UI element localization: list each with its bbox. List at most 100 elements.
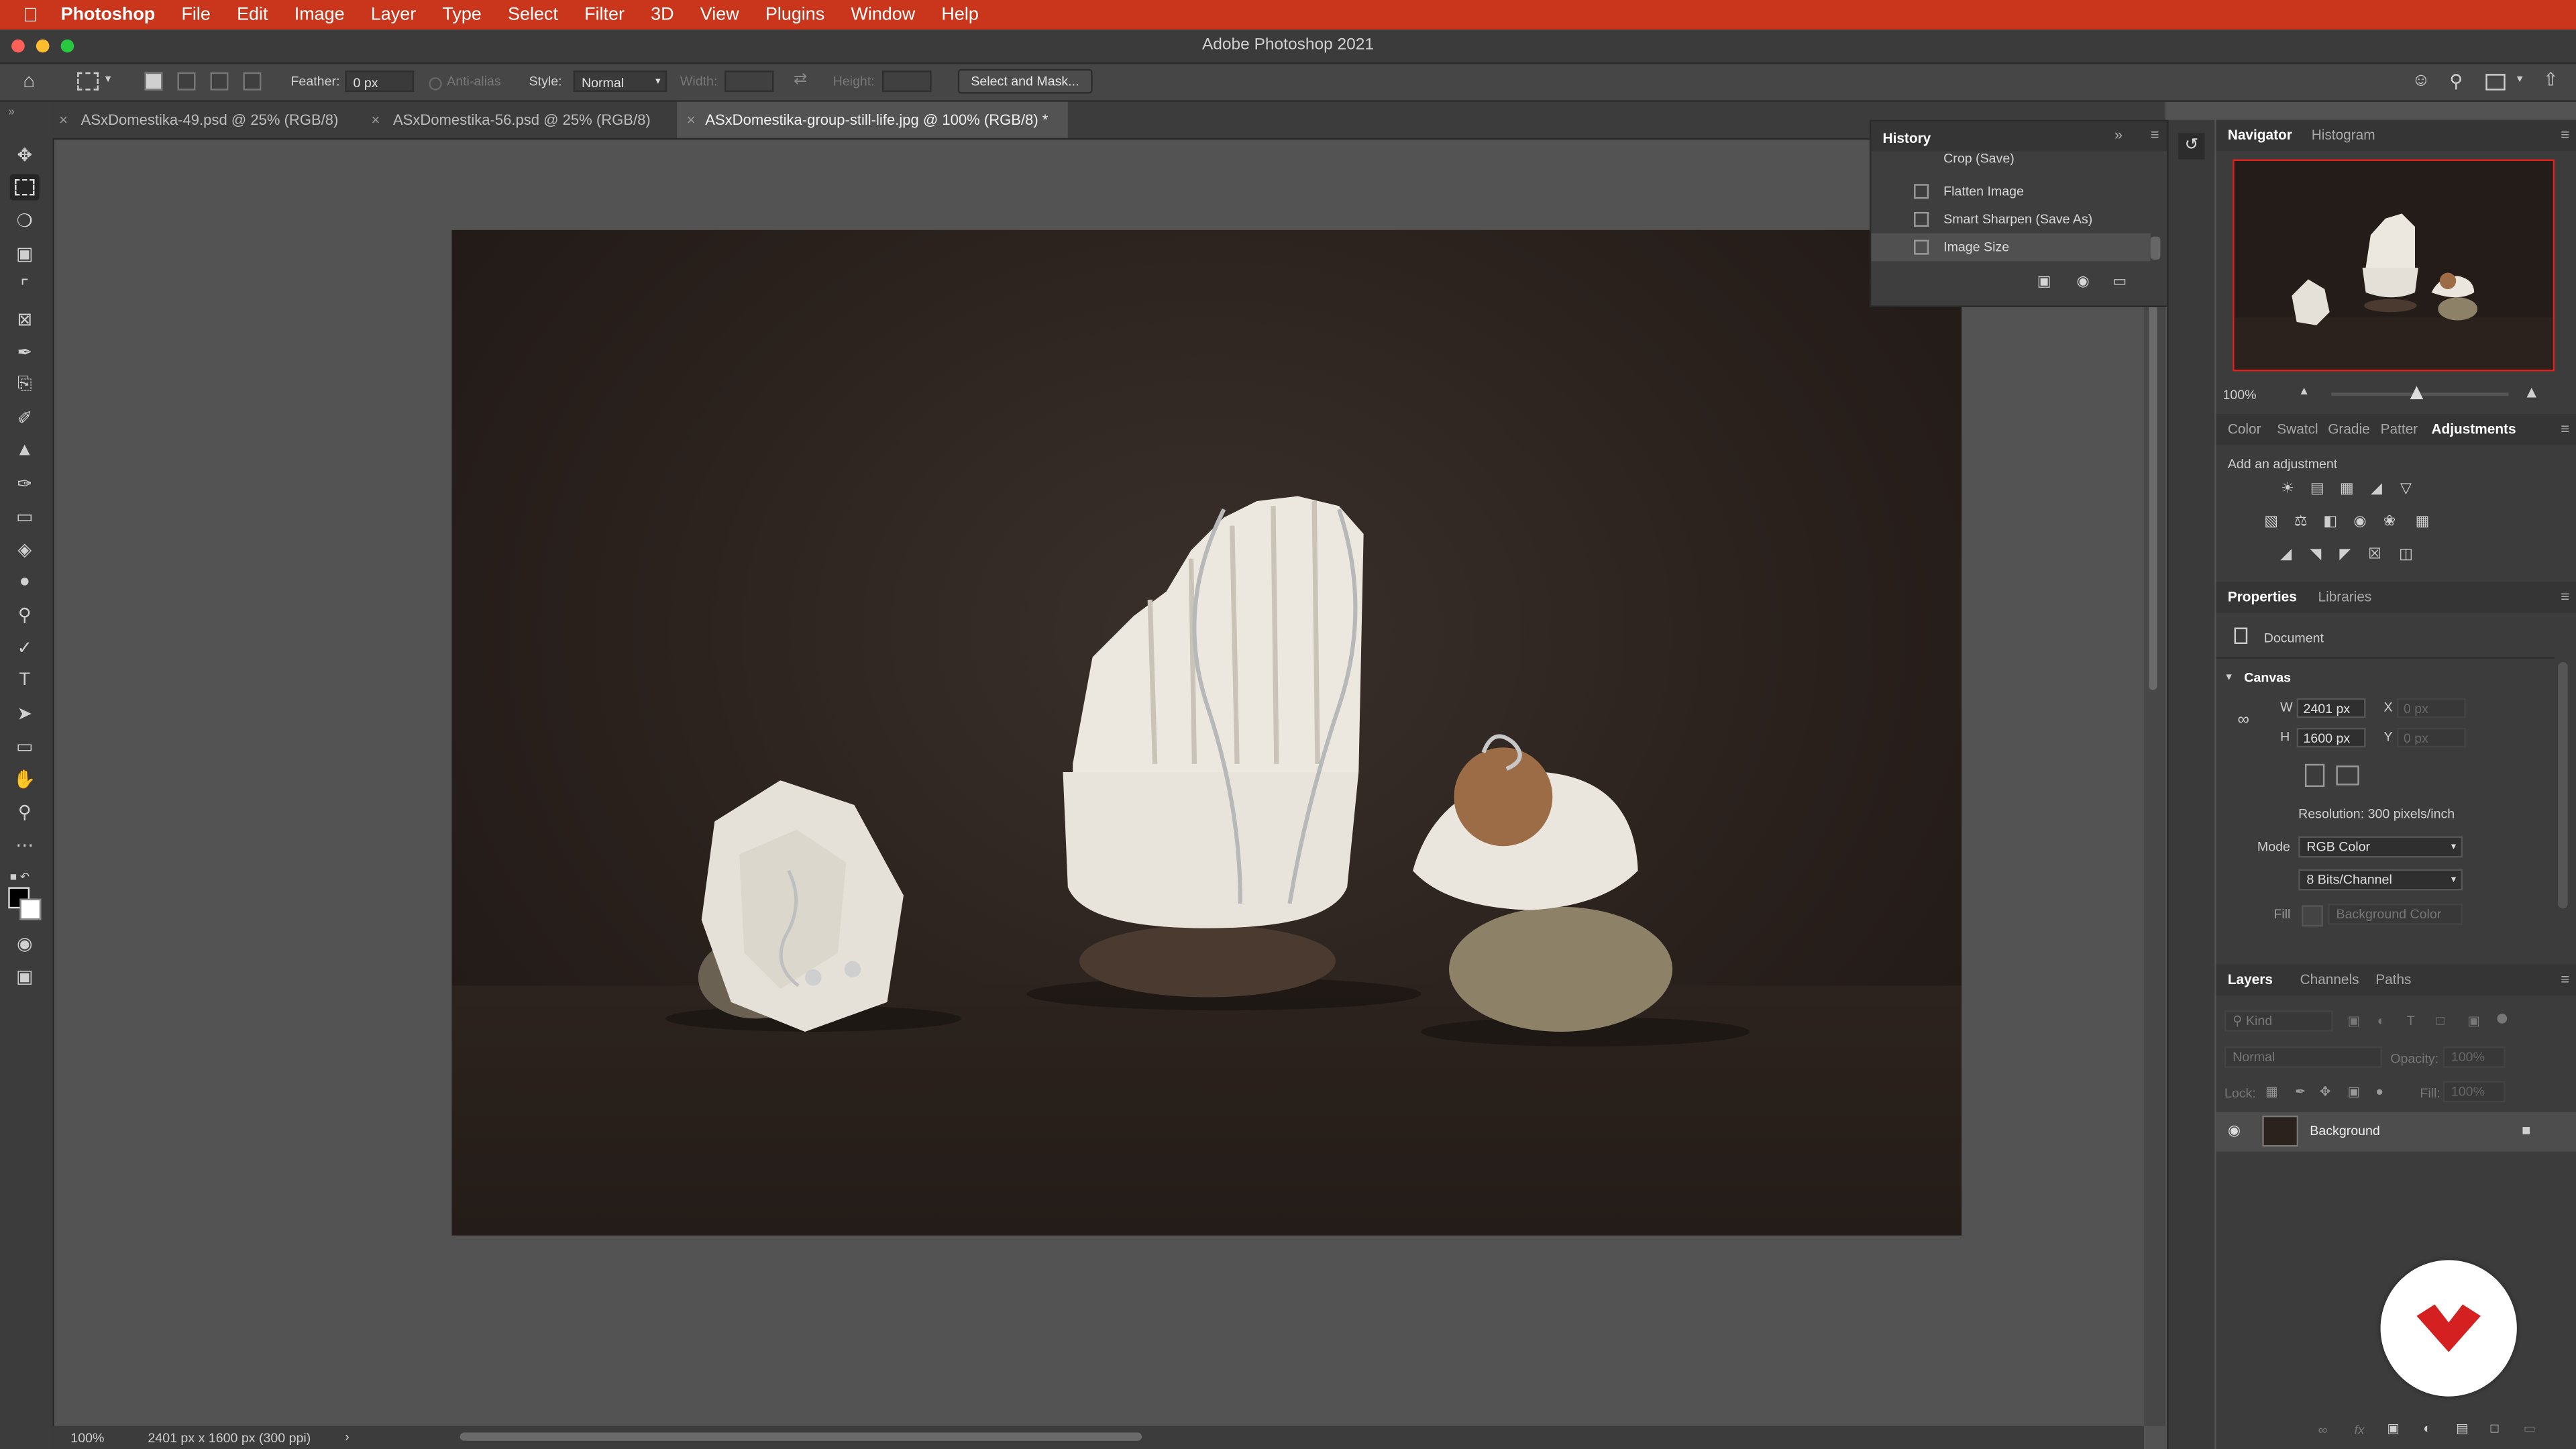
new-document-from-state-icon[interactable]: ▣	[2037, 273, 2051, 291]
new-adjustment-layer-icon[interactable]: ◐	[2423, 1421, 2431, 1436]
rectangle-tool-icon[interactable]: ▭	[10, 733, 40, 759]
canvas-x-field[interactable]: 0 px	[2397, 698, 2466, 718]
swap-icon[interactable]: ⇄	[794, 70, 808, 89]
color-balance-icon[interactable]: ⚖	[2292, 513, 2310, 531]
pen-tool-icon[interactable]: ✓	[10, 634, 40, 660]
home-icon[interactable]: ⌂	[23, 69, 35, 92]
lock-position-icon[interactable]: ✥	[2320, 1084, 2330, 1099]
vertical-scroll-thumb[interactable]	[2149, 279, 2157, 690]
share-icon[interactable]: ⇧	[2543, 69, 2559, 90]
horizontal-scroll-thumb[interactable]	[460, 1432, 1142, 1441]
dodge-tool-icon[interactable]: ⚲	[10, 601, 40, 627]
visibility-eye-icon[interactable]: ◉	[2228, 1122, 2241, 1140]
collapse-icon[interactable]: »	[3, 105, 19, 119]
tab-document-56[interactable]: × ASxDomestika-56.psd @ 25% (RGB/8)	[371, 102, 667, 138]
marquee-tool-icon[interactable]	[9, 174, 40, 201]
anti-alias-checkbox[interactable]	[429, 77, 442, 91]
tab-swatches[interactable]: Swatcl	[2277, 414, 2318, 445]
screen-mode-icon[interactable]: ▣	[10, 963, 40, 989]
vibrance-icon[interactable]: ▽	[2397, 480, 2415, 498]
history-panel-icon[interactable]: ↺	[2178, 133, 2205, 160]
tab-histogram[interactable]: Histogram	[2312, 120, 2375, 152]
select-and-mask-button[interactable]: Select and Mask...	[957, 68, 1093, 94]
brush-tool-icon[interactable]: ✐	[10, 404, 40, 430]
history-item[interactable]: Flatten Image	[1871, 177, 2150, 205]
background-color-swatch[interactable]	[19, 898, 42, 920]
menu-window[interactable]: Window	[838, 5, 928, 24]
width-input[interactable]	[724, 70, 774, 93]
status-zoom[interactable]: 100%	[70, 1431, 104, 1446]
lock-artboard-icon[interactable]: ▣	[2348, 1084, 2361, 1099]
workspace-icon[interactable]	[2485, 74, 2506, 91]
quick-mask-icon[interactable]: ◉	[10, 930, 40, 956]
layer-filter-select[interactable]: ⚲ Kind	[2224, 1010, 2333, 1032]
lock-transparency-icon[interactable]: ▦	[2265, 1084, 2278, 1099]
add-selection-icon[interactable]	[177, 72, 196, 91]
filter-toggle-icon[interactable]	[2497, 1014, 2508, 1024]
new-selection-icon[interactable]	[144, 72, 163, 91]
add-mask-icon[interactable]: ▣	[2387, 1421, 2400, 1436]
canvas-height-field[interactable]: 1600 px	[2296, 727, 2366, 748]
layer-name[interactable]: Background	[2310, 1124, 2380, 1138]
object-select-tool-icon[interactable]: ▣	[10, 240, 40, 266]
lasso-tool-icon[interactable]: ❍	[10, 207, 40, 233]
chevron-down-icon[interactable]: ▾	[105, 72, 111, 85]
layer-row-background[interactable]: ◉ Background ■	[2216, 1112, 2576, 1152]
tab-color[interactable]: Color	[2228, 414, 2261, 445]
threshold-icon[interactable]: ◤	[2336, 545, 2354, 564]
bit-depth-select[interactable]: 8 Bits/Channel ▾	[2298, 869, 2463, 891]
photo-filter-icon[interactable]: ◉	[2351, 513, 2369, 531]
channel-mixer-icon[interactable]: ❀	[2381, 513, 2399, 531]
lock-all-icon[interactable]: ●	[2375, 1084, 2383, 1099]
menu-filter[interactable]: Filter	[571, 5, 637, 24]
eraser-tool-icon[interactable]: ▭	[10, 502, 40, 529]
curves-icon[interactable]: ▦	[2338, 480, 2356, 498]
portrait-orientation-icon[interactable]	[2304, 763, 2325, 788]
trash-icon[interactable]: ▭	[2112, 273, 2127, 291]
menu-view[interactable]: View	[687, 5, 752, 24]
search-icon[interactable]: ⚲	[2449, 70, 2463, 92]
style-select[interactable]: Normal ▾	[573, 70, 667, 93]
zoom-out-icon[interactable]: ▲	[2298, 386, 2310, 398]
link-icon[interactable]: ∞	[2238, 711, 2249, 729]
panel-menu-icon[interactable]: ≡	[2561, 582, 2569, 613]
fx-icon[interactable]: fx	[2354, 1423, 2364, 1438]
menu-select[interactable]: Select	[494, 5, 571, 24]
link-layers-icon[interactable]: ∞	[2318, 1423, 2328, 1438]
fill-select[interactable]: Background Color	[2328, 903, 2463, 925]
zoom-tool-icon[interactable]: ⚲	[10, 798, 40, 824]
filter-smart-object-icon[interactable]: ▣	[2467, 1014, 2480, 1028]
status-arrow-icon[interactable]: ›	[345, 1430, 350, 1444]
more-tools-icon[interactable]: ⋯	[10, 831, 40, 857]
filter-pixel-icon[interactable]: ▣	[2348, 1014, 2361, 1028]
history-item-selected[interactable]: Image Size	[1871, 233, 2151, 262]
canvas-section-label[interactable]: Canvas	[2244, 670, 2291, 685]
frame-tool-icon[interactable]: ⊠	[10, 306, 40, 332]
user-icon[interactable]: ☺	[2412, 70, 2430, 90]
invert-icon[interactable]: ◢	[2277, 545, 2295, 564]
menu-edit[interactable]: Edit	[223, 5, 281, 24]
history-scroll-thumb[interactable]	[2150, 236, 2161, 260]
filter-adjustment-icon[interactable]: ◐	[2377, 1014, 2385, 1028]
path-select-icon[interactable]: ➤	[10, 700, 40, 726]
tab-patterns[interactable]: Patter	[2381, 414, 2418, 445]
healing-brush-icon[interactable]: ⎘	[10, 371, 40, 397]
menu-help[interactable]: Help	[928, 5, 992, 24]
hand-tool-icon[interactable]: ✋	[10, 765, 40, 792]
tab-paths[interactable]: Paths	[2375, 965, 2411, 996]
panel-menu-icon[interactable]: ≡	[2151, 127, 2159, 143]
close-tab-icon[interactable]: ×	[59, 112, 68, 128]
chevron-down-icon[interactable]: ▾	[2226, 670, 2232, 684]
tab-libraries[interactable]: Libraries	[2318, 582, 2372, 613]
properties-scroll-thumb[interactable]	[2558, 661, 2568, 909]
menu-plugins[interactable]: Plugins	[752, 5, 838, 24]
canvas-width-field[interactable]: 2401 px	[2296, 698, 2366, 718]
close-tab-icon[interactable]: ×	[371, 112, 380, 128]
opacity-field[interactable]: 100%	[2443, 1046, 2506, 1068]
landscape-orientation-icon[interactable]	[2336, 765, 2359, 786]
selective-color-icon[interactable]: ☒	[2366, 545, 2384, 564]
menu-file[interactable]: File	[168, 5, 224, 24]
canvas-y-field[interactable]: 0 px	[2397, 727, 2466, 748]
eyedropper-tool-icon[interactable]: ✒	[10, 338, 40, 364]
chevron-down-icon[interactable]: ▾	[2517, 72, 2523, 85]
